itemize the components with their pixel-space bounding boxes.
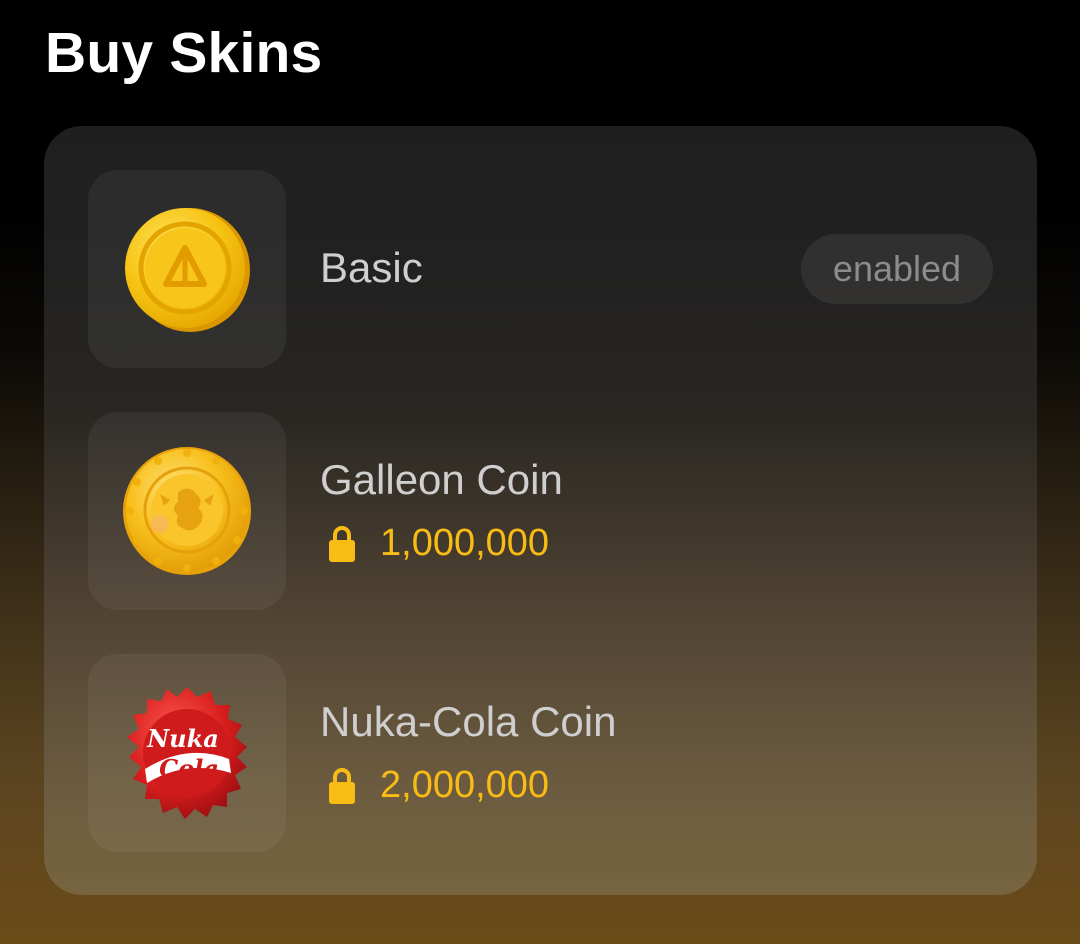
skin-name: Galleon Coin [320,456,563,503]
skin-thumbnail [88,170,286,368]
skin-name: Nuka-Cola Coin [320,698,617,745]
enabled-status-badge[interactable]: enabled [801,234,993,304]
price-amount: 1,000,000 [380,522,550,564]
skin-price: 2,000,000 [328,764,549,807]
price-amount: 2,000,000 [380,764,550,806]
galleon-coin-icon [123,447,251,575]
skin-item-galleon-coin[interactable]: Galleon Coin 1,000,000 [88,412,993,610]
skins-list: Basic enabled Galleon Coin 1,000,000 Nuk… [44,126,1037,895]
page-title: Buy Skins [45,21,323,85]
skin-price: 1,000,000 [328,522,549,565]
skin-thumbnail [88,412,286,610]
nuka-icon-text-bottom: Cola [159,754,219,783]
nuka-cola-coin-icon: Nuka Cola [127,687,247,819]
basic-coin-icon [125,208,250,332]
skin-thumbnail: Nuka Cola [88,654,286,852]
nuka-icon-text-top: Nuka [146,724,219,753]
skin-item-basic[interactable]: Basic enabled [88,170,993,368]
lock-icon [329,767,355,804]
skin-item-nuka-cola-coin[interactable]: Nuka Cola Nuka-Cola Coin 2,000,000 [88,654,993,852]
lock-icon [329,525,355,562]
skin-name: Basic [320,244,423,291]
